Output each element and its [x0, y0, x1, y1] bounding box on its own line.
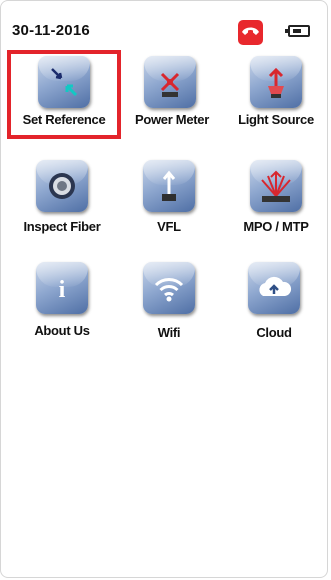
- svg-text:i: i: [59, 277, 66, 303]
- cloud-icon: [248, 262, 300, 314]
- menu-item-vfl[interactable]: VFL: [119, 160, 219, 238]
- date-label: 30-11-2016: [12, 22, 90, 39]
- light-source-icon: [250, 56, 302, 108]
- menu-item-light-source[interactable]: Light Source: [226, 56, 326, 134]
- power-meter-icon: [144, 56, 196, 108]
- info-icon: i: [36, 262, 88, 314]
- menu-item-about-us[interactable]: i About Us: [12, 262, 112, 340]
- battery-icon: [285, 25, 310, 37]
- set-reference-icon: [38, 56, 90, 108]
- menu-item-label: VFL: [157, 219, 181, 234]
- menu-item-mpo-mtp[interactable]: MPO / MTP: [226, 160, 326, 238]
- mpo-mtp-icon: [250, 160, 302, 212]
- menu-item-label: Wifi: [157, 325, 181, 340]
- inspect-fiber-icon: [36, 160, 88, 212]
- status-bar: 30-11-2016: [0, 0, 331, 45]
- menu-item-label: Power Meter: [134, 112, 209, 127]
- menu-item-inspect-fiber[interactable]: Inspect Fiber: [12, 160, 112, 258]
- phone-icon[interactable]: [238, 20, 263, 45]
- menu-item-power-meter[interactable]: Power Meter: [122, 56, 222, 134]
- menu-item-wifi[interactable]: Wifi: [119, 262, 219, 340]
- menu-item-label: Inspect Fiber: [23, 219, 101, 234]
- menu-item-label: Light Source: [238, 112, 314, 127]
- vfl-icon: [143, 160, 195, 212]
- wifi-icon: [143, 262, 195, 314]
- menu-item-label: About Us: [34, 323, 90, 338]
- menu-item-cloud[interactable]: Cloud: [224, 262, 324, 340]
- menu-item-label: Cloud: [256, 325, 292, 340]
- menu-item-label: MPO / MTP: [243, 219, 309, 234]
